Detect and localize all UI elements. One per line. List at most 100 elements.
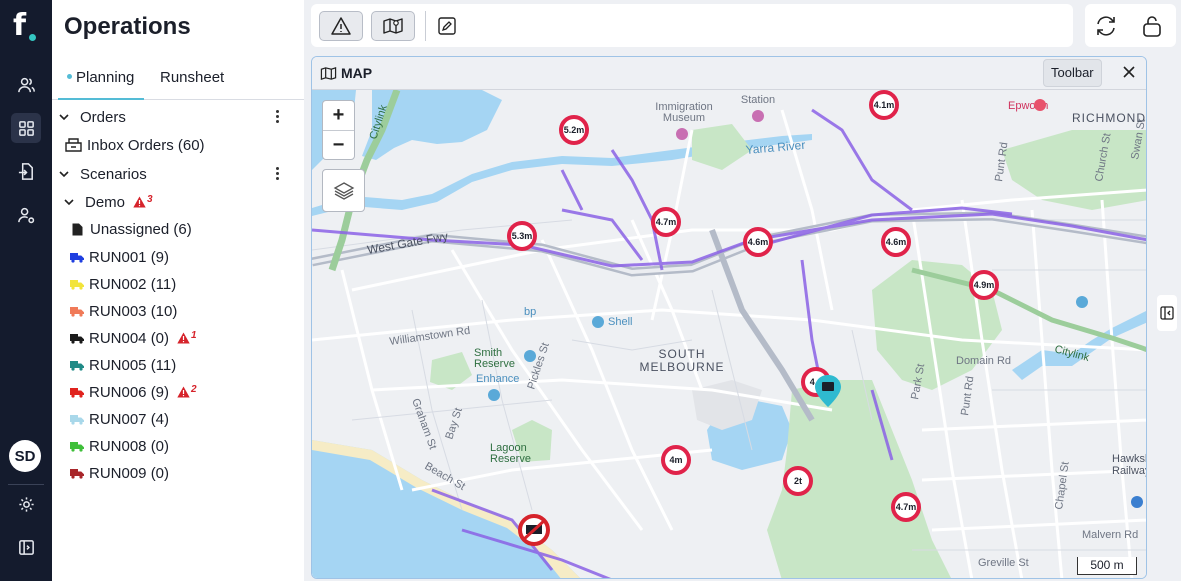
map-label: Reserve xyxy=(490,453,531,465)
map-toolbar xyxy=(311,4,1073,47)
unassigned-label: Unassigned (6) xyxy=(90,220,192,238)
map-label: Graham St xyxy=(409,397,438,451)
run-label: RUN008 (0) xyxy=(89,437,170,455)
document-import-icon[interactable] xyxy=(11,156,41,186)
height-limit-sign[interactable]: 4.9m xyxy=(969,270,999,300)
run-item[interactable]: RUN009 (0) xyxy=(52,460,304,486)
map-label: Hawksb xyxy=(1112,453,1147,465)
map-panel-header: MAP Toolbar xyxy=(312,57,1146,90)
scenario-demo[interactable]: Demo 3 xyxy=(52,189,304,215)
run-item[interactable]: RUN003 (10) xyxy=(52,298,304,324)
map-view-button[interactable] xyxy=(371,11,415,41)
map-label: Pickles St xyxy=(525,341,551,391)
scale-bar: 500 m xyxy=(1077,557,1137,575)
height-limit-sign[interactable]: 4.7m xyxy=(651,207,681,237)
run-item[interactable]: RUN008 (0) xyxy=(52,433,304,459)
map-canvas[interactable]: Immigration Museum Station Epworth RICHM… xyxy=(312,90,1147,579)
tab-label: Planning xyxy=(76,69,135,86)
scenarios-section[interactable]: Scenarios xyxy=(52,161,304,187)
zoom-control: + − xyxy=(322,100,355,160)
height-limit-sign[interactable]: 4.7m xyxy=(891,492,921,522)
zoom-out-button[interactable]: − xyxy=(323,130,354,159)
height-limit-value: 5.3m xyxy=(512,231,533,241)
close-icon[interactable] xyxy=(1122,65,1136,79)
tab-runsheet[interactable]: Runsheet xyxy=(160,69,224,86)
orders-menu-icon[interactable] xyxy=(276,109,280,125)
inbox-icon xyxy=(65,138,82,152)
truck-icon xyxy=(70,360,84,371)
run-item[interactable]: RUN007 (4) xyxy=(52,406,304,432)
warnings-button[interactable] xyxy=(319,11,363,41)
map-layer[interactable]: Immigration Museum Station Epworth RICHM… xyxy=(312,90,1147,579)
run-label: RUN007 (4) xyxy=(89,410,170,428)
truck-icon xyxy=(70,414,84,425)
truck-icon xyxy=(70,306,84,317)
map-label: Museum xyxy=(663,112,705,124)
height-limit-sign[interactable]: 5.3m xyxy=(507,221,537,251)
map-label: Bay St xyxy=(443,406,464,441)
side-panel-toggle[interactable] xyxy=(1157,295,1177,331)
logo-dot xyxy=(29,34,36,41)
users-icon[interactable] xyxy=(11,70,41,100)
fuel-icon xyxy=(524,350,536,362)
museum-icon xyxy=(676,128,688,140)
grid-icon[interactable] xyxy=(11,113,41,143)
inbox-orders-item[interactable]: Inbox Orders (60) xyxy=(52,132,304,158)
height-limit-value: 4.7m xyxy=(656,217,677,227)
orders-section[interactable]: Orders xyxy=(52,104,304,130)
run-item[interactable]: RUN005 (11) xyxy=(52,352,304,378)
user-settings-icon[interactable] xyxy=(11,200,41,230)
map-label: Greville St xyxy=(978,557,1029,569)
warning-count: 3 xyxy=(147,194,153,205)
tab-planning[interactable]: Planning xyxy=(58,69,144,100)
edit-icon xyxy=(438,17,456,35)
run-item[interactable]: RUN004 (0) 1 xyxy=(52,325,304,351)
map-label: West Gate Fwy xyxy=(366,229,449,257)
height-limit-value: 5.2m xyxy=(564,125,585,135)
warning-icon xyxy=(133,196,146,208)
height-limit-sign[interactable]: 2t xyxy=(783,466,813,496)
layers-icon xyxy=(333,181,354,200)
height-limit-sign[interactable]: 4.6m xyxy=(881,227,911,257)
height-limit-sign[interactable]: 4.6m xyxy=(743,227,773,257)
run-item[interactable]: RUN002 (11) xyxy=(52,271,304,297)
height-limit-sign[interactable]: 5.2m xyxy=(559,115,589,145)
map-label: Railway S xyxy=(1112,465,1147,477)
edit-button[interactable] xyxy=(435,14,459,38)
map-label: bp xyxy=(524,306,536,318)
unassigned-item[interactable]: Unassigned (6) xyxy=(52,216,304,242)
inbox-orders-label: Inbox Orders (60) xyxy=(87,136,205,154)
map-panel-title: MAP xyxy=(341,65,373,81)
avatar[interactable]: SD xyxy=(9,440,41,472)
height-limit-value: 4.7m xyxy=(896,502,917,512)
nav-rail: f SD xyxy=(0,0,52,581)
toolbar-divider xyxy=(425,11,426,41)
height-limit-sign[interactable]: 4m xyxy=(661,445,691,475)
run-item[interactable]: RUN001 (9) xyxy=(52,244,304,270)
chevron-down-icon xyxy=(59,114,69,121)
page-title: Operations xyxy=(64,13,191,40)
refresh-icon xyxy=(1097,16,1115,36)
map-label: Reserve xyxy=(474,358,515,370)
run-label: RUN002 (11) xyxy=(89,275,177,293)
toolbar-button[interactable]: Toolbar xyxy=(1043,59,1102,87)
map-icon xyxy=(320,66,337,81)
height-limit-sign[interactable]: 4.1m xyxy=(869,90,899,120)
zoom-in-button[interactable]: + xyxy=(323,101,354,130)
truck-icon xyxy=(70,279,84,290)
app-logo: f xyxy=(13,8,27,43)
panel-toggle-icon[interactable] xyxy=(11,532,41,562)
active-dot xyxy=(67,73,72,79)
refresh-button[interactable] xyxy=(1093,13,1119,39)
orders-label: Orders xyxy=(80,108,126,126)
chevron-down-icon xyxy=(64,199,74,206)
lock-button[interactable] xyxy=(1139,13,1165,39)
layers-button[interactable] xyxy=(322,169,365,212)
depot-marker-body xyxy=(822,382,834,391)
map-label: MELBOURNE xyxy=(639,360,724,374)
scenario-demo-label: Demo xyxy=(85,193,126,211)
run-label: RUN001 (9) xyxy=(89,248,170,266)
run-item[interactable]: RUN006 (9) 2 xyxy=(52,379,304,405)
gear-icon[interactable] xyxy=(11,489,41,519)
scenarios-menu-icon[interactable] xyxy=(276,166,280,182)
